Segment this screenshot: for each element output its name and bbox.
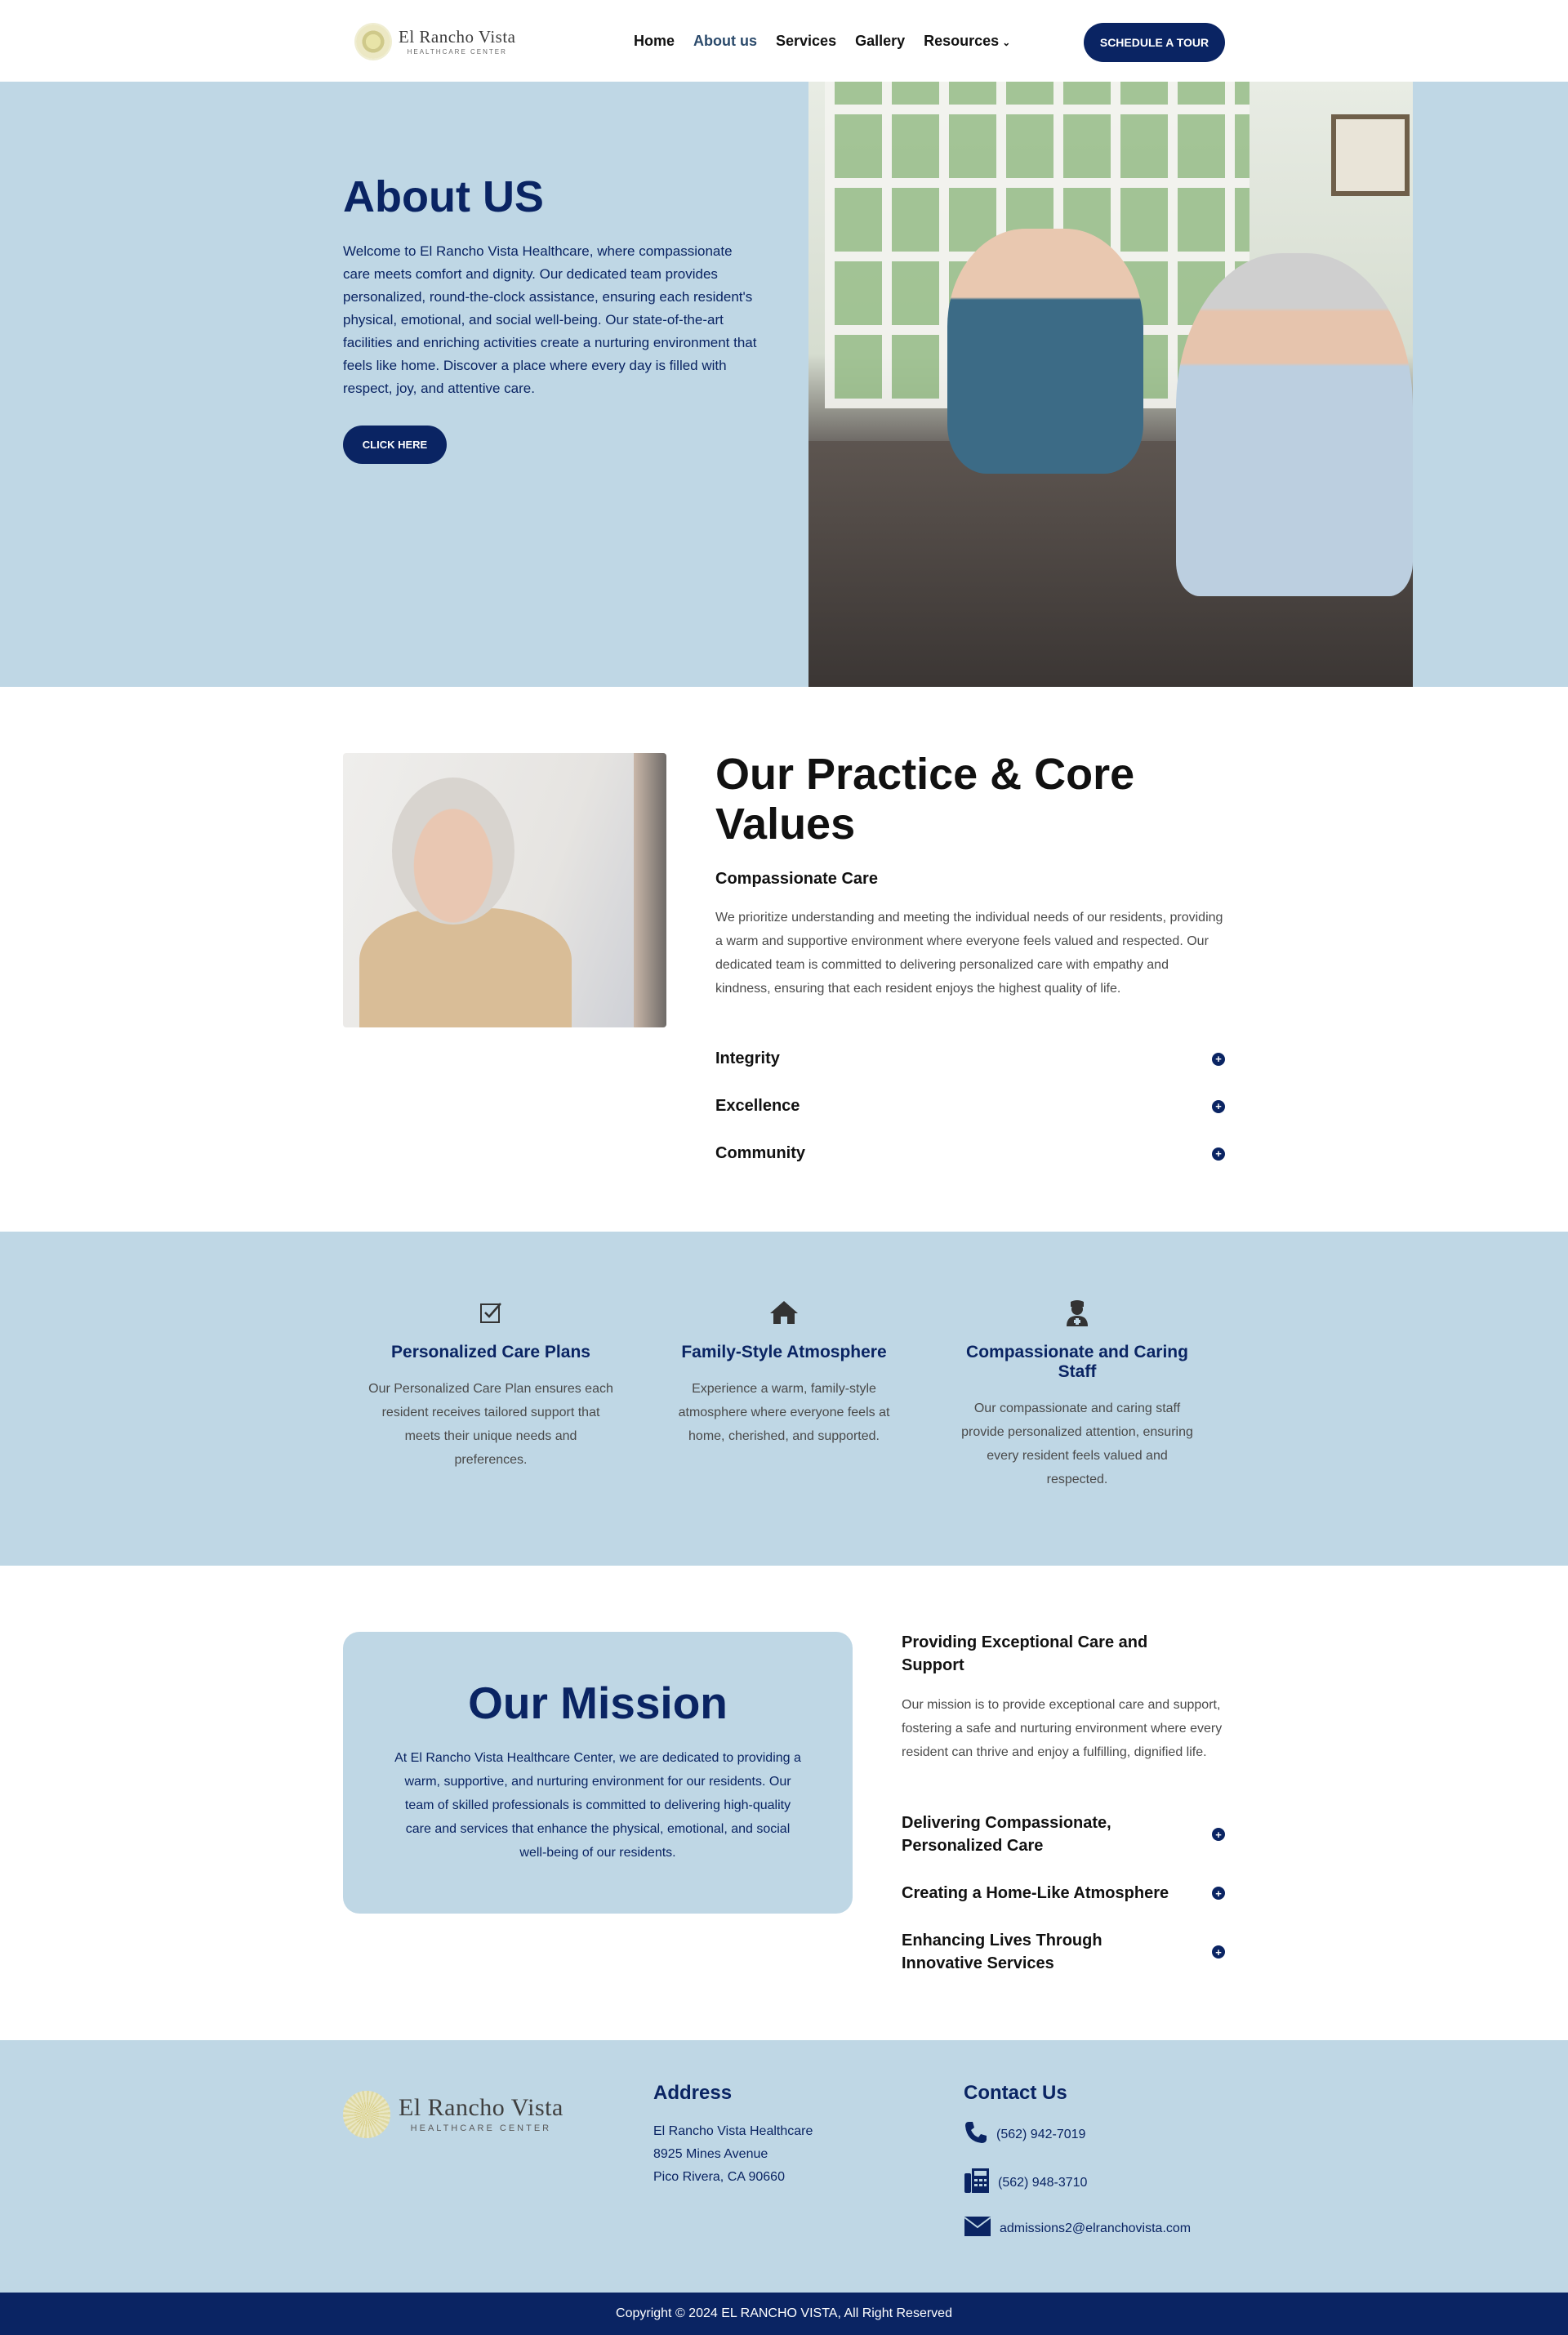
hero-text: Welcome to El Rancho Vista Healthcare, w… (343, 243, 757, 396)
accordion-label: Integrity (715, 1049, 780, 1067)
footer-logo[interactable]: El Rancho Vista HEALTHCARE CENTER (343, 2091, 564, 2138)
features-section: Personalized Care Plans Our Personalized… (0, 1232, 1568, 1566)
nurse-icon (955, 1299, 1200, 1326)
accordion-label: Excellence (715, 1097, 800, 1115)
header-logo[interactable]: El Rancho Vista HEALTHCARE CENTER (356, 21, 537, 62)
contact-heading: Contact Us (964, 2082, 1067, 2104)
mission-accordion-open-title[interactable]: Providing Exceptional Care and Support (902, 1631, 1196, 1677)
fax-icon (964, 2167, 990, 2199)
hero-title: About US (343, 172, 544, 221)
logo-tagline: HEALTHCARE CENTER (407, 47, 507, 56)
plus-circle-icon[interactable]: + (1212, 1147, 1225, 1161)
nav-resources-label: Resources (924, 33, 1000, 49)
home-icon (662, 1299, 906, 1326)
nav-gallery[interactable]: Gallery (855, 33, 905, 50)
logo-name: El Rancho Vista (399, 26, 516, 47)
logo-sun-icon (356, 25, 390, 59)
address-line: 8925 Mines Avenue (653, 2147, 768, 2161)
feature-family-atmosphere: Family-Style Atmosphere Experience a war… (662, 1299, 906, 1448)
phone-number: (562) 942-7019 (996, 2127, 1086, 2141)
mission-card: Our Mission At El Rancho Vista Healthcar… (343, 1632, 853, 1914)
accordion-label: Creating a Home-Like Atmosphere (902, 1884, 1169, 1902)
mission-accordion-item[interactable]: Enhancing Lives Through Innovative Servi… (902, 1929, 1225, 1975)
plus-circle-icon[interactable]: + (1212, 1887, 1225, 1900)
nav-home[interactable]: Home (634, 33, 675, 50)
accordion-item-community[interactable]: Community + (715, 1144, 1225, 1163)
feature-text: Our compassionate and caring staff provi… (961, 1401, 1193, 1486)
plus-circle-icon[interactable]: + (1212, 1052, 1225, 1066)
fax-number: (562) 948-3710 (998, 2175, 1088, 2190)
logo-tagline: HEALTHCARE CENTER (410, 2123, 552, 2133)
copyright-bar: Copyright © 2024 EL RANCHO VISTA, All Ri… (0, 2293, 1568, 2335)
feature-title: Family-Style Atmosphere (681, 1343, 887, 1361)
site-footer: El Rancho Vista HEALTHCARE CENTER Addres… (0, 2040, 1568, 2293)
address-block: El Rancho Vista Healthcare 8925 Mines Av… (653, 2120, 813, 2189)
mission-accordion-item[interactable]: Creating a Home-Like Atmosphere + (902, 1882, 1225, 1905)
copyright-text: Copyright © 2024 EL RANCHO VISTA, All Ri… (616, 2306, 952, 2320)
practice-photo-senior-woman (343, 753, 666, 1027)
mission-accordion-item[interactable]: Delivering Compassionate, Personalized C… (902, 1811, 1225, 1857)
main-nav: Home About us Services Gallery Resources… (634, 33, 1010, 50)
logo-sun-icon (343, 2091, 390, 2138)
logo-name: El Rancho Vista (399, 2094, 564, 2121)
plus-circle-icon[interactable]: + (1212, 1828, 1225, 1841)
nav-about-us[interactable]: About us (693, 33, 757, 50)
feature-text: Our Personalized Care Plan ensures each … (368, 1382, 613, 1467)
address-line: Pico Rivera, CA 90660 (653, 2170, 785, 2184)
checkbox-icon (368, 1299, 613, 1326)
practice-title: Our Practice & Core Values (715, 750, 1135, 849)
accordion-label: Community (715, 1144, 805, 1162)
address-heading: Address (653, 2082, 733, 2104)
mission-text: At El Rancho Vista Healthcare Center, we… (394, 1751, 801, 1860)
feature-personalized-care: Personalized Care Plans Our Personalized… (368, 1299, 613, 1472)
plus-circle-icon[interactable]: + (1212, 1099, 1225, 1113)
envelope-icon (964, 2216, 991, 2241)
feature-title: Compassionate and Caring Staff (966, 1343, 1188, 1381)
mission-title: Our Mission (468, 1678, 728, 1728)
phone-icon (964, 2120, 988, 2149)
feature-text: Experience a warm, family-style atmosphe… (678, 1382, 890, 1443)
schedule-tour-button[interactable]: SCHEDULE A TOUR (1084, 23, 1225, 62)
accordion-item-excellence[interactable]: Excellence + (715, 1097, 1225, 1116)
contact-email[interactable]: admissions2@elranchovista.com (964, 2216, 1191, 2241)
plus-circle-icon[interactable]: + (1212, 1945, 1225, 1958)
accordion-label: Enhancing Lives Through Innovative Servi… (902, 1932, 1102, 1972)
accordion-item-integrity[interactable]: Integrity + (715, 1049, 1225, 1068)
chevron-down-icon: ⌄ (1002, 37, 1011, 48)
email-address: admissions2@elranchovista.com (1000, 2221, 1192, 2235)
accordion-label: Delivering Compassionate, Personalized C… (902, 1814, 1111, 1855)
nav-resources[interactable]: Resources ⌄ (924, 33, 1010, 50)
hero-section: About US Welcome to El Rancho Vista Heal… (0, 82, 1568, 687)
contact-phone[interactable]: (562) 942-7019 (964, 2120, 1085, 2149)
site-header: El Rancho Vista HEALTHCARE CENTER Home A… (0, 0, 1568, 82)
nav-services[interactable]: Services (776, 33, 836, 50)
mission-accordion-open-text: Our mission is to provide exceptional ca… (902, 1698, 1223, 1759)
contact-fax[interactable]: (562) 948-3710 (964, 2167, 1087, 2199)
feature-caring-staff: Compassionate and Caring Staff Our compa… (955, 1299, 1200, 1491)
hero-photo-seniors-playing-cards (808, 82, 1413, 687)
accordion-open-title[interactable]: Compassionate Care (715, 870, 878, 889)
feature-title: Personalized Care Plans (391, 1343, 590, 1361)
address-line: El Rancho Vista Healthcare (653, 2124, 813, 2138)
accordion-open-text: We prioritize understanding and meeting … (715, 911, 1223, 996)
click-here-button[interactable]: CLICK HERE (343, 426, 447, 464)
